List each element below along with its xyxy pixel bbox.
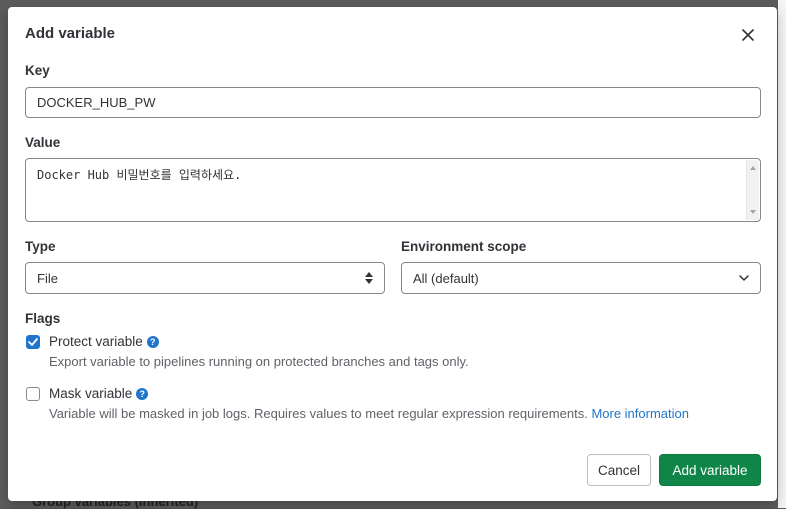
more-information-link[interactable]: More information bbox=[591, 406, 689, 421]
scroll-up-arrow-icon[interactable] bbox=[750, 166, 756, 170]
mask-variable-checkbox[interactable] bbox=[26, 387, 40, 401]
value-label: Value bbox=[25, 135, 61, 150]
mask-variable-help: Variable will be masked in job logs. Req… bbox=[49, 405, 689, 423]
scroll-down-arrow-icon[interactable] bbox=[750, 210, 756, 214]
protect-variable-checkbox[interactable] bbox=[26, 335, 40, 349]
mask-variable-text: Mask variable bbox=[49, 386, 133, 401]
environment-scope-value: All (default) bbox=[413, 270, 479, 286]
help-question-icon[interactable]: ? bbox=[146, 336, 159, 348]
type-label: Type bbox=[25, 239, 56, 254]
environment-scope-label: Environment scope bbox=[401, 239, 527, 254]
key-input-value: DOCKER_HUB_PW bbox=[37, 95, 156, 110]
key-label: Key bbox=[25, 63, 50, 78]
checkmark-icon bbox=[28, 338, 38, 346]
key-input[interactable]: DOCKER_HUB_PW bbox=[25, 87, 761, 118]
protect-variable-help: Export variable to pipelines running on … bbox=[49, 354, 469, 369]
value-textarea-scrollbar[interactable] bbox=[746, 160, 759, 220]
cancel-button[interactable]: Cancel bbox=[587, 454, 651, 486]
mask-variable-label[interactable]: Mask variable? bbox=[49, 385, 149, 403]
environment-scope-dropdown[interactable]: All (default) bbox=[401, 262, 761, 294]
add-variable-button[interactable]: Add variable bbox=[659, 454, 761, 486]
close-button[interactable] bbox=[738, 25, 758, 45]
type-select[interactable]: File bbox=[25, 262, 385, 294]
modal-title: Add variable bbox=[25, 25, 116, 42]
add-variable-modal: Add variable Key DOCKER_HUB_PW Value Doc… bbox=[8, 7, 777, 501]
background-page-edge bbox=[778, 0, 786, 508]
mask-variable-help-text: Variable will be masked in job logs. Req… bbox=[49, 406, 588, 421]
value-textarea-text: Docker Hub 비밀번호를 입력하세요. bbox=[37, 168, 242, 182]
protect-variable-label[interactable]: Protect variable? bbox=[49, 333, 159, 351]
protect-variable-text: Protect variable bbox=[49, 334, 143, 349]
type-select-value: File bbox=[37, 270, 58, 286]
value-textarea[interactable]: Docker Hub 비밀번호를 입력하세요. bbox=[25, 158, 761, 222]
chevron-down-icon bbox=[739, 275, 749, 281]
close-icon bbox=[742, 29, 754, 41]
flags-label: Flags bbox=[25, 311, 61, 326]
help-question-icon[interactable]: ? bbox=[136, 388, 149, 400]
select-updown-icon bbox=[365, 272, 373, 284]
